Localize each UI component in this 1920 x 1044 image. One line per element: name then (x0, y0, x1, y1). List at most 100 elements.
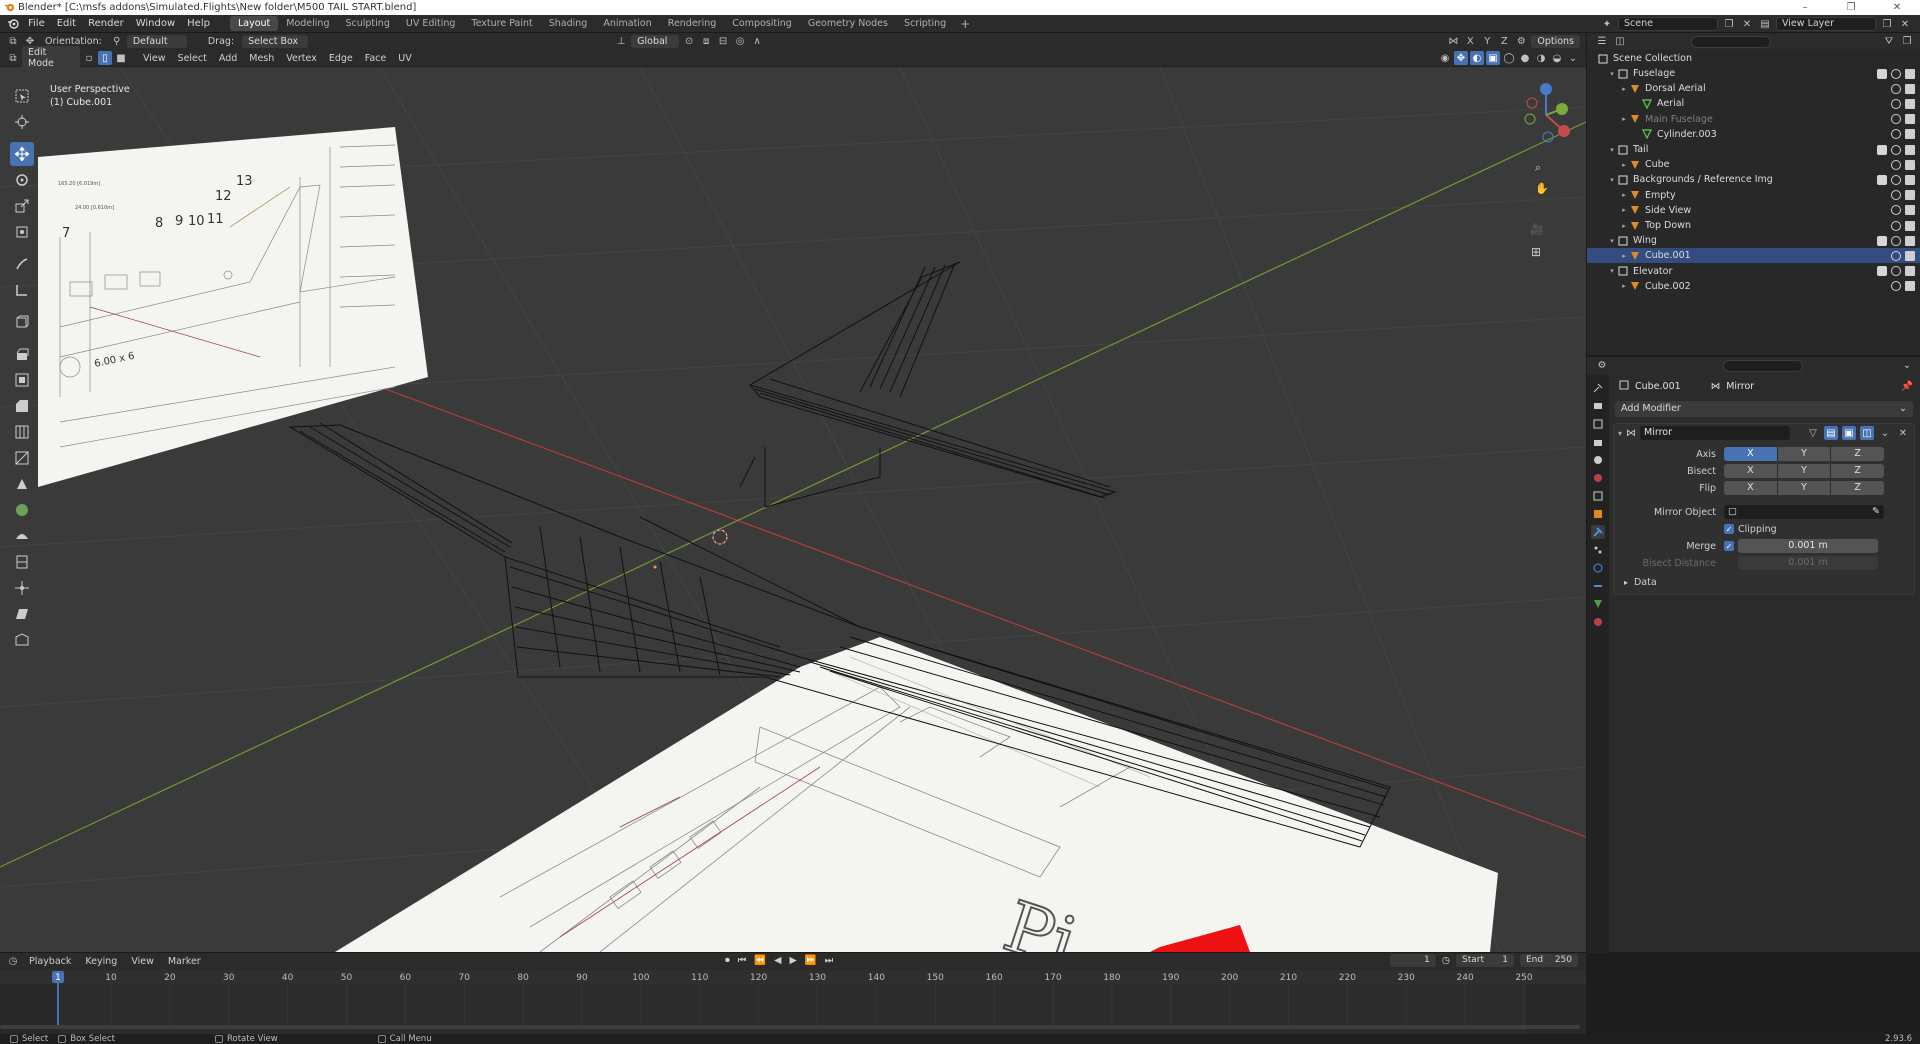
workspace-tab-scripting[interactable]: Scripting (896, 16, 954, 31)
render-toggle-icon[interactable]: ◫ (1860, 426, 1874, 440)
outliner-row-cube-002[interactable]: ▸ Cube.002 (1587, 279, 1920, 294)
menu-window[interactable]: Window (130, 18, 181, 29)
display-mode-icon[interactable]: ◫ (1613, 35, 1627, 49)
object-tab-icon[interactable] (1591, 507, 1605, 521)
camera-render-icon[interactable] (1905, 190, 1915, 201)
workspace-tab-texture-paint[interactable]: Texture Paint (463, 16, 540, 31)
eye-icon[interactable] (1891, 205, 1901, 216)
add-modifier-dropdown[interactable]: Add Modifier ⌄ (1615, 401, 1913, 417)
zoom-icon[interactable]: ⌕ (1535, 161, 1541, 174)
rotate-tool[interactable] (10, 168, 34, 192)
gizmo-z-axis[interactable] (1540, 83, 1552, 95)
knife-tool[interactable] (10, 446, 34, 470)
camera-render-icon[interactable] (1905, 220, 1915, 231)
menu-face[interactable]: Face (360, 52, 391, 65)
outliner-row-aerial[interactable]: Aerial (1587, 96, 1920, 111)
expand-chevron-icon[interactable]: ▸ (1619, 206, 1629, 214)
select-box-tool[interactable] (10, 84, 34, 108)
outliner-row-cylinder-003[interactable]: Cylinder.003 (1587, 127, 1920, 142)
expand-chevron-icon[interactable]: ▾ (1607, 267, 1617, 275)
camera-render-icon[interactable] (1905, 266, 1915, 277)
gizmo-neg-y[interactable] (1524, 113, 1536, 125)
exclude-checkbox[interactable] (1877, 174, 1887, 185)
outliner-row-empty[interactable]: ▸ Empty (1587, 188, 1920, 203)
collapse-chevron-icon[interactable]: ▾ (1618, 429, 1622, 438)
new-collection-icon[interactable]: ❐ (1900, 35, 1914, 49)
world-tab-icon[interactable] (1591, 471, 1605, 485)
menu-edge[interactable]: Edge (324, 52, 358, 65)
menu-help[interactable]: Help (181, 18, 216, 29)
scale-tool[interactable] (10, 194, 34, 218)
editor-type-icon[interactable]: ⧉ (6, 51, 20, 65)
flip-y-toggle[interactable]: Y (1777, 481, 1832, 495)
end-frame-field[interactable]: End 250 (1520, 954, 1578, 967)
menu-select[interactable]: Select (173, 52, 212, 65)
camera-render-icon[interactable] (1905, 250, 1915, 261)
cursor-tool[interactable] (10, 110, 34, 134)
axis-y-toggle[interactable]: Y (1777, 447, 1832, 461)
expand-chevron-icon[interactable]: ▸ (1619, 282, 1629, 290)
constraints-tab-icon[interactable] (1591, 579, 1605, 593)
view-layer-tab-icon[interactable] (1591, 435, 1605, 449)
menu-marker[interactable]: Marker (163, 955, 206, 968)
proportional-edit-icon[interactable]: ◎ (733, 35, 747, 49)
eye-icon[interactable] (1891, 266, 1901, 277)
physics-tab-icon[interactable] (1591, 561, 1605, 575)
bisect-distance-field[interactable]: 0.001 m (1738, 556, 1878, 570)
outliner-search-input[interactable] (1691, 35, 1771, 48)
eye-icon[interactable] (1891, 68, 1901, 79)
scene-selector[interactable]: Scene (1618, 17, 1718, 31)
output-tab-icon[interactable] (1591, 417, 1605, 431)
menu-timeline-view[interactable]: View (126, 955, 159, 968)
menu-keying[interactable]: Keying (80, 955, 122, 968)
data-subpanel[interactable]: ▸ Data (1614, 577, 1914, 588)
pivot-point-icon[interactable]: ⊙ (682, 35, 696, 49)
expand-chevron-icon[interactable]: ▸ (1619, 222, 1629, 230)
axis-lock-y[interactable]: Y (1480, 35, 1494, 49)
gizmo-toggle-icon[interactable]: ✥ (1454, 51, 1468, 65)
add-workspace-icon[interactable]: + (954, 17, 976, 31)
scene-tab-icon[interactable] (1591, 453, 1605, 467)
gizmo-x-axis[interactable] (1558, 125, 1570, 137)
blender-menu-icon[interactable] (4, 15, 22, 33)
options-dropdown[interactable]: Options (1531, 35, 1580, 48)
play-icon[interactable]: ▶ (789, 955, 796, 966)
face-select-icon[interactable]: ■ (114, 51, 128, 65)
edge-slide-tool[interactable] (10, 550, 34, 574)
flip-x-toggle[interactable]: X (1724, 481, 1778, 495)
jump-end-icon[interactable]: ⏭ (825, 955, 834, 966)
record-icon[interactable]: ⏺ (725, 955, 730, 966)
gizmo-neg-x[interactable] (1526, 97, 1538, 109)
inset-faces-tool[interactable] (10, 368, 34, 392)
axis-lock-z[interactable]: Z (1497, 35, 1511, 49)
outliner-row-tail[interactable]: ▾ Tail (1587, 142, 1920, 157)
eye-icon[interactable] (1891, 235, 1901, 246)
viewport-toggle-icon[interactable]: ▣ (1842, 426, 1856, 440)
workspace-tab-compositing[interactable]: Compositing (724, 16, 800, 31)
flip-z-toggle[interactable]: Z (1831, 481, 1885, 495)
expand-chevron-icon[interactable]: ▾ (1607, 176, 1617, 184)
edit-mode-toggle-icon[interactable]: ▽ (1806, 426, 1820, 440)
menu-view[interactable]: View (138, 52, 171, 65)
eye-icon[interactable] (1891, 98, 1901, 109)
expand-chevron-icon[interactable]: ▸ (1619, 161, 1629, 169)
tool-tab-icon[interactable] (1591, 381, 1605, 395)
extrude-region-tool[interactable] (10, 342, 34, 366)
filter-icon[interactable]: ⛛ (1882, 35, 1896, 49)
outliner-row-cube-001[interactable]: ▸ Cube.001 (1587, 248, 1920, 264)
axis-x-toggle[interactable]: X (1724, 447, 1778, 461)
outliner-row-elevator[interactable]: ▾ Elevator (1587, 264, 1920, 279)
wrench-settings-icon[interactable]: ⚙ (1514, 35, 1528, 49)
camera-render-icon[interactable] (1905, 281, 1915, 292)
smooth-tool[interactable] (10, 524, 34, 548)
eye-icon[interactable] (1891, 129, 1901, 140)
exclude-checkbox[interactable] (1877, 68, 1887, 79)
menu-playback[interactable]: Playback (24, 955, 76, 968)
shading-options-icon[interactable]: ⌄ (1566, 51, 1580, 65)
next-keyframe-icon[interactable]: ⏩ (805, 955, 817, 966)
bevel-tool[interactable] (10, 394, 34, 418)
expand-chevron-icon[interactable]: ▸ (1619, 191, 1629, 199)
shear-tool[interactable] (10, 602, 34, 626)
camera-render-icon[interactable] (1905, 98, 1915, 109)
gizmo-neg-z[interactable] (1542, 131, 1554, 143)
